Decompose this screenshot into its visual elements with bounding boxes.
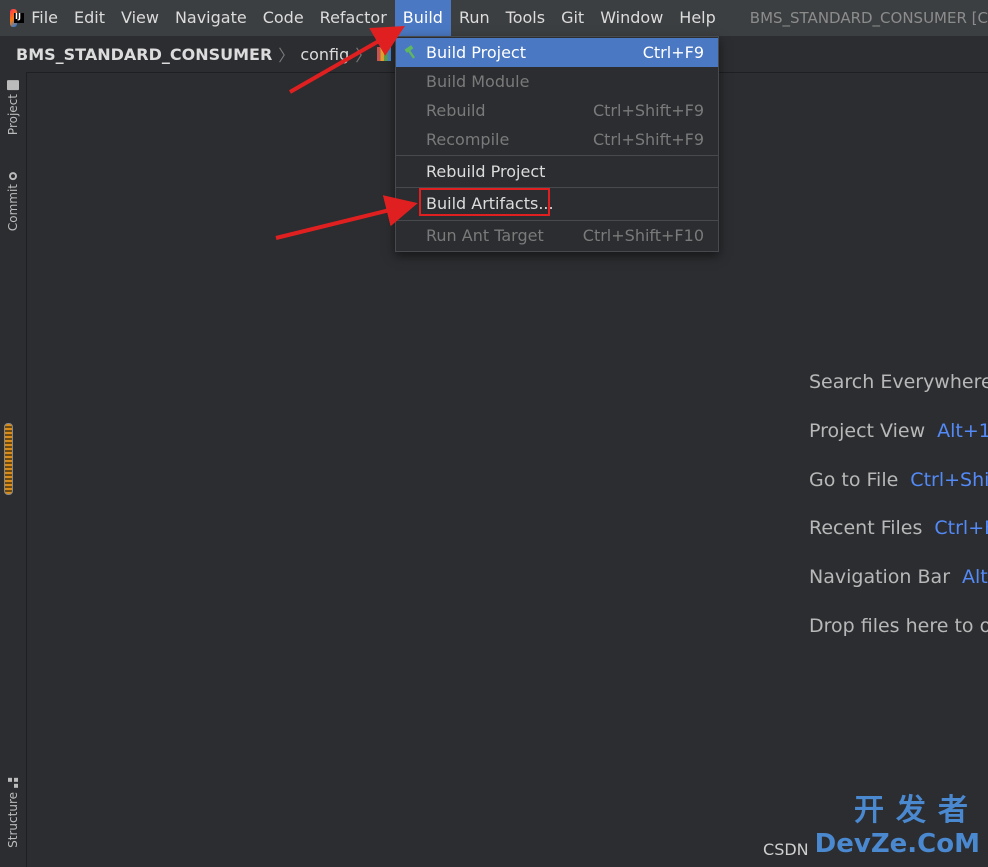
rebuild-project-item[interactable]: Rebuild Project [396, 157, 718, 186]
menu-refactor[interactable]: Refactor [312, 0, 395, 36]
menu-view[interactable]: View [113, 0, 167, 36]
watermark: 开发者 CSDN DevZe.CoM [763, 785, 980, 859]
menu-divider [396, 155, 718, 156]
window-title: BMS_STANDARD_CONSUMER [C [749, 9, 988, 27]
commit-tool-button[interactable]: Commit [3, 172, 23, 231]
menu-edit[interactable]: Edit [66, 0, 113, 36]
menu-item-shortcut: Ctrl+F9 [642, 43, 704, 62]
commit-icon [9, 172, 17, 180]
hint-label: Project View [809, 420, 926, 442]
menu-item-shortcut: Ctrl+Shift+F9 [592, 101, 704, 120]
menu-code[interactable]: Code [255, 0, 312, 36]
menu-git[interactable]: Git [553, 0, 592, 36]
rebuild-item[interactable]: Rebuild Ctrl+Shift+F9 [396, 96, 718, 125]
build-menu-dropdown: Build Project Ctrl+F9 Build Module Rebui… [395, 36, 719, 252]
menu-run[interactable]: Run [451, 0, 498, 36]
breadcrumb-project[interactable]: BMS_STANDARD_CONSUMER [16, 45, 272, 64]
chevron-right-icon: 〉 [355, 46, 372, 65]
menu-item-label: Build Project [426, 43, 526, 62]
structure-tool-label: Structure [6, 792, 20, 848]
project-tool-button[interactable]: Project [3, 80, 23, 135]
hint-label: Go to File [809, 469, 899, 491]
hint-recent-files: Recent Files Ctrl+E [809, 517, 988, 539]
menu-window[interactable]: Window [592, 0, 671, 36]
watermark-en-text: DevZe.CoM [814, 829, 980, 859]
hint-go-to-file: Go to File Ctrl+Shi [809, 469, 988, 491]
structure-icon [8, 778, 18, 788]
hint-label: Navigation Bar [809, 566, 951, 588]
hint-label: Recent Files [809, 517, 923, 539]
menu-item-label: Run Ant Target [426, 226, 544, 245]
structure-tool-button[interactable]: Structure [3, 778, 23, 848]
menu-build[interactable]: Build [394, 0, 451, 36]
left-tool-strip: Project Commit Structure [0, 72, 27, 867]
menu-navigate[interactable]: Navigate [167, 0, 255, 36]
menu-item-label: Build Module [426, 72, 530, 91]
hint-label: Search Everywhere [809, 371, 988, 393]
annotation-highlight-box [419, 188, 550, 216]
hint-shortcut: Ctrl+Shi [910, 469, 988, 491]
hint-label: Drop files here to o [809, 615, 988, 637]
breadcrumb-folder[interactable]: config [300, 45, 349, 64]
hint-project-view: Project View Alt+1 [809, 420, 988, 442]
build-module-item[interactable]: Build Module [396, 67, 718, 96]
hint-search-everywhere: Search Everywhere [809, 371, 988, 393]
memory-indicator[interactable] [4, 423, 13, 495]
build-project-item[interactable]: Build Project Ctrl+F9 [396, 38, 718, 67]
menu-tools[interactable]: Tools [498, 0, 553, 36]
watermark-csdn-text: CSDN [763, 840, 809, 859]
run-ant-target-item[interactable]: Run Ant Target Ctrl+Shift+F10 [396, 221, 718, 250]
menu-item-shortcut: Ctrl+Shift+F9 [592, 130, 704, 149]
chevron-right-icon: 〉 [278, 46, 295, 65]
hint-shortcut: Ctrl+E [934, 517, 988, 539]
project-tool-label: Project [6, 94, 20, 136]
recompile-item[interactable]: Recompile Ctrl+Shift+F9 [396, 125, 718, 154]
menu-item-label: Rebuild [426, 101, 486, 120]
menu-item-shortcut: Ctrl+Shift+F10 [582, 226, 704, 245]
hint-drop-files: Drop files here to o [809, 615, 988, 637]
hint-shortcut: Alt [962, 566, 988, 588]
menu-item-label: Rebuild Project [426, 162, 546, 181]
hammer-icon [404, 45, 416, 59]
menu-bar: IJ File Edit View Navigate Code Refactor… [0, 0, 988, 36]
hint-navigation-bar: Navigation Bar Alt [809, 566, 988, 588]
menu-help[interactable]: Help [671, 0, 723, 36]
folder-icon [7, 80, 19, 90]
hint-shortcut: Alt+1 [937, 420, 988, 442]
menu-item-label: Recompile [426, 130, 510, 149]
properties-file-icon [377, 47, 392, 61]
intellij-logo-icon: IJ [10, 9, 25, 27]
commit-tool-label: Commit [6, 184, 20, 232]
menu-file[interactable]: File [23, 0, 66, 36]
watermark-cn-text: 开发者 [854, 793, 980, 828]
